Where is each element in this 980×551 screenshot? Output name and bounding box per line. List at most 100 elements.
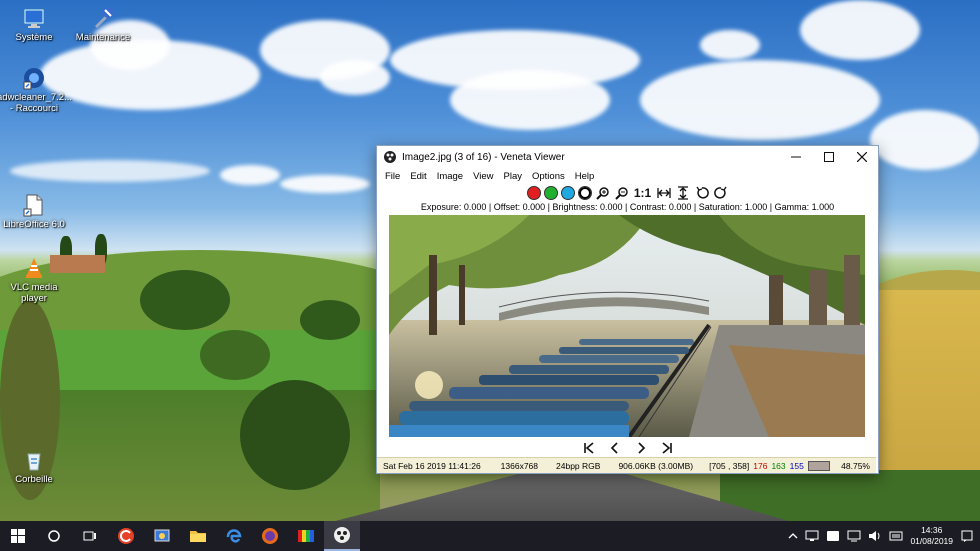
cloud xyxy=(700,30,760,60)
taskbar-edge[interactable] xyxy=(216,521,252,551)
status-dimensions: 1366x768 xyxy=(500,460,539,471)
adwcleaner-icon xyxy=(23,68,44,90)
rotate-left-icon xyxy=(695,186,709,199)
taskbar-color-app[interactable] xyxy=(288,521,324,551)
chevron-up-icon[interactable] xyxy=(788,531,798,541)
last-image-button[interactable] xyxy=(659,440,675,456)
status-blue-value: 155 xyxy=(789,460,804,471)
edge-browser-icon xyxy=(226,529,242,543)
notification-icon[interactable] xyxy=(826,530,840,542)
volume-icon[interactable] xyxy=(868,530,882,542)
skip-last-icon xyxy=(661,442,672,454)
windows-start-icon xyxy=(11,529,25,543)
desktop-icon-vlc[interactable]: VLC media player xyxy=(0,256,71,304)
rotate-right-icon xyxy=(713,186,727,199)
system-icon xyxy=(24,9,44,28)
cloud xyxy=(320,60,390,95)
toolbar: 1:1 xyxy=(377,184,878,202)
desktop-icon-label: VLC media player xyxy=(10,282,58,304)
control-panel-icon xyxy=(154,529,170,542)
maximize-button[interactable] xyxy=(812,146,845,168)
menu-edit[interactable]: Edit xyxy=(405,171,431,182)
all-channels-button[interactable] xyxy=(577,186,592,200)
actual-size-button[interactable]: 1:1 xyxy=(633,185,653,201)
fit-width-icon xyxy=(656,188,671,198)
veneta-app-icon xyxy=(384,151,396,163)
display-icon[interactable] xyxy=(847,530,861,542)
rotate-left-button[interactable] xyxy=(694,185,710,201)
taskbar-file-explorer[interactable] xyxy=(180,521,216,551)
taskbar-control-panel[interactable] xyxy=(144,521,180,551)
task-view-button[interactable] xyxy=(72,521,108,551)
menu-image[interactable]: Image xyxy=(432,171,468,182)
menu-bar: File Edit Image View Play Options Help xyxy=(377,168,878,184)
color-swatch xyxy=(806,460,832,471)
ccleaner-icon xyxy=(118,528,134,544)
task-view-icon xyxy=(83,531,96,541)
previous-image-button[interactable] xyxy=(607,440,623,456)
rotate-right-button[interactable] xyxy=(713,185,729,201)
menu-options[interactable]: Options xyxy=(527,171,570,182)
status-green-value: 163 xyxy=(771,460,786,471)
desktop-icon-maintenance[interactable]: Maintenance xyxy=(66,6,140,43)
search-icon xyxy=(48,530,60,542)
status-date: Sat Feb 16 2019 11:41:26 xyxy=(383,460,481,471)
status-bar: Sat Feb 16 2019 11:41:26 1366x768 24bpp … xyxy=(377,457,876,473)
fit-height-button[interactable] xyxy=(675,185,691,201)
canal-photo xyxy=(389,215,865,437)
menu-help[interactable]: Help xyxy=(570,171,600,182)
taskbar-firefox[interactable] xyxy=(252,521,288,551)
tree xyxy=(140,270,230,330)
taskbar-ccleaner[interactable] xyxy=(108,521,144,551)
first-image-button[interactable] xyxy=(581,440,597,456)
desktop-icon-label: adwcleaner_7.2... - Raccourci xyxy=(0,92,72,114)
maintenance-icon xyxy=(95,8,113,28)
image-canvas[interactable] xyxy=(389,215,865,437)
desktop-icon-adwcleaner[interactable]: adwcleaner_7.2... - Raccourci xyxy=(0,66,72,114)
minimize-button[interactable] xyxy=(779,146,812,168)
clock-time: 14:36 xyxy=(921,525,943,535)
cloud xyxy=(800,0,920,60)
veneta-app-icon xyxy=(334,527,350,543)
cloud xyxy=(10,160,210,182)
desktop-icon-label: Corbeille xyxy=(15,474,53,485)
fit-width-button[interactable] xyxy=(656,185,672,201)
desktop-icon-corbeille[interactable]: Corbeille xyxy=(0,448,71,485)
red-channel-button[interactable] xyxy=(526,186,541,200)
cloud xyxy=(870,110,980,170)
zoom-out-icon xyxy=(614,187,628,200)
green-channel-button[interactable] xyxy=(543,186,558,200)
folder-icon xyxy=(190,531,206,542)
menu-play[interactable]: Play xyxy=(499,171,527,182)
next-image-button[interactable] xyxy=(633,440,649,456)
status-cursor-coords: [705 , 358] xyxy=(709,460,750,471)
start-button[interactable] xyxy=(0,521,36,551)
tree xyxy=(300,300,360,340)
cloud xyxy=(220,165,280,185)
desktop-icon-libreoffice[interactable]: LibreOffice 6.0 xyxy=(0,193,71,230)
zoom-in-button[interactable] xyxy=(595,185,611,201)
veneta-viewer-window[interactable]: Image2.jpg (3 of 16) - Veneta Viewer Fil… xyxy=(376,145,879,474)
cloud xyxy=(450,70,610,130)
status-zoom: 48.75% xyxy=(841,460,870,471)
taskbar-veneta-viewer[interactable] xyxy=(324,521,360,551)
cloud xyxy=(280,175,370,193)
menu-view[interactable]: View xyxy=(468,171,498,182)
blue-channel-button[interactable] xyxy=(560,186,575,200)
libreoffice-icon xyxy=(23,194,43,217)
desktop-icon-label: LibreOffice 6.0 xyxy=(3,219,65,230)
clock[interactable]: 14:36 01/08/2019 xyxy=(910,525,953,547)
action-center-icon[interactable] xyxy=(960,529,974,543)
close-button[interactable] xyxy=(845,146,878,168)
menu-file[interactable]: File xyxy=(380,171,405,182)
fit-height-icon xyxy=(677,186,688,200)
taskbar: 14:36 01/08/2019 xyxy=(0,521,980,551)
search-button[interactable] xyxy=(36,521,72,551)
zoom-out-button[interactable] xyxy=(614,185,630,201)
network-icon[interactable] xyxy=(805,530,819,542)
desktop-icon-systeme[interactable]: Système xyxy=(0,6,71,43)
chevron-left-icon xyxy=(610,442,618,454)
zoom-in-icon xyxy=(595,187,609,200)
title-bar[interactable]: Image2.jpg (3 of 16) - Veneta Viewer xyxy=(377,146,878,168)
keyboard-layout-icon[interactable] xyxy=(889,530,903,542)
